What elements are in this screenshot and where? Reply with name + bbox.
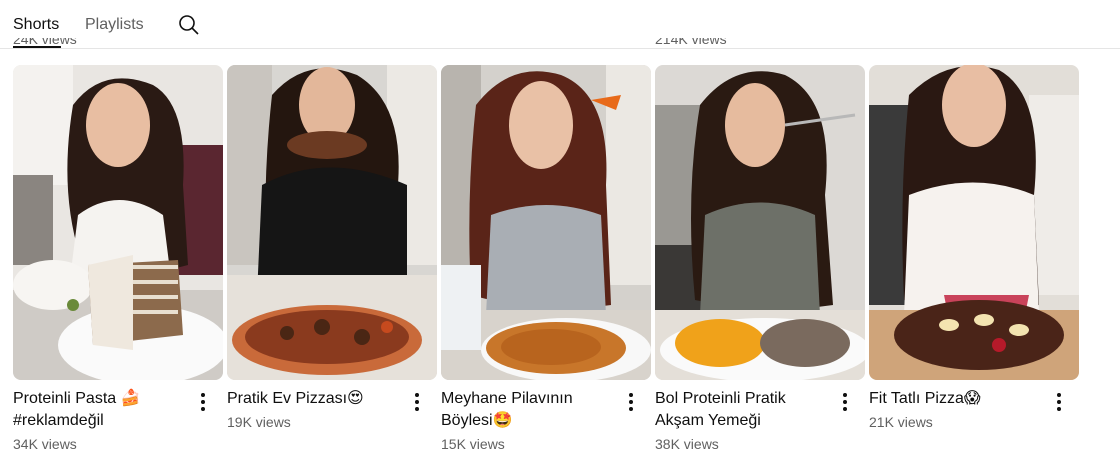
short-title[interactable]: Proteinli Pasta 🍰 #reklamdeğil — [13, 388, 187, 432]
short-views: 21K views — [869, 414, 933, 430]
search-icon[interactable] — [177, 13, 201, 37]
more-vert-icon[interactable] — [833, 390, 857, 414]
more-vert-icon[interactable] — [191, 390, 215, 414]
previous-row-views-1: 24K views — [13, 38, 77, 47]
previous-row-views-2: 214K views — [655, 38, 727, 47]
short-thumbnail[interactable] — [441, 65, 651, 380]
short-title[interactable]: Bol Proteinli Pratik Akşam Yemeği — [655, 388, 829, 432]
tab-shorts[interactable]: Shorts — [13, 15, 59, 35]
tab-playlists[interactable]: Playlists — [85, 15, 144, 35]
short-card[interactable]: Pratik Ev Pizzası😍 19K views — [227, 65, 437, 432]
more-vert-icon[interactable] — [619, 390, 643, 414]
short-card[interactable]: Fit Tatlı Pizza😱 21K views — [869, 65, 1079, 432]
more-vert-icon[interactable] — [1047, 390, 1071, 414]
short-card[interactable]: Bol Proteinli Pratik Akşam Yemeği 38K vi… — [655, 65, 865, 454]
short-title[interactable]: Pratik Ev Pizzası😍 — [227, 388, 401, 410]
channel-tab-bar: Shorts Playlists — [0, 0, 1120, 49]
short-title[interactable]: Fit Tatlı Pizza😱 — [869, 388, 1043, 410]
short-card[interactable]: Proteinli Pasta 🍰 #reklamdeğil 34K views — [13, 65, 223, 454]
more-vert-icon[interactable] — [405, 390, 429, 414]
short-views: 19K views — [227, 414, 291, 430]
short-thumbnail[interactable] — [13, 65, 223, 380]
short-card[interactable]: Meyhane Pilavının Böylesi🤩 15K views — [441, 65, 651, 454]
short-views: 34K views — [13, 436, 77, 452]
short-thumbnail[interactable] — [869, 65, 1079, 380]
short-views: 38K views — [655, 436, 719, 452]
short-title[interactable]: Meyhane Pilavının Böylesi🤩 — [441, 388, 615, 432]
short-views: 15K views — [441, 436, 505, 452]
short-thumbnail[interactable] — [655, 65, 865, 380]
short-thumbnail[interactable] — [227, 65, 437, 380]
